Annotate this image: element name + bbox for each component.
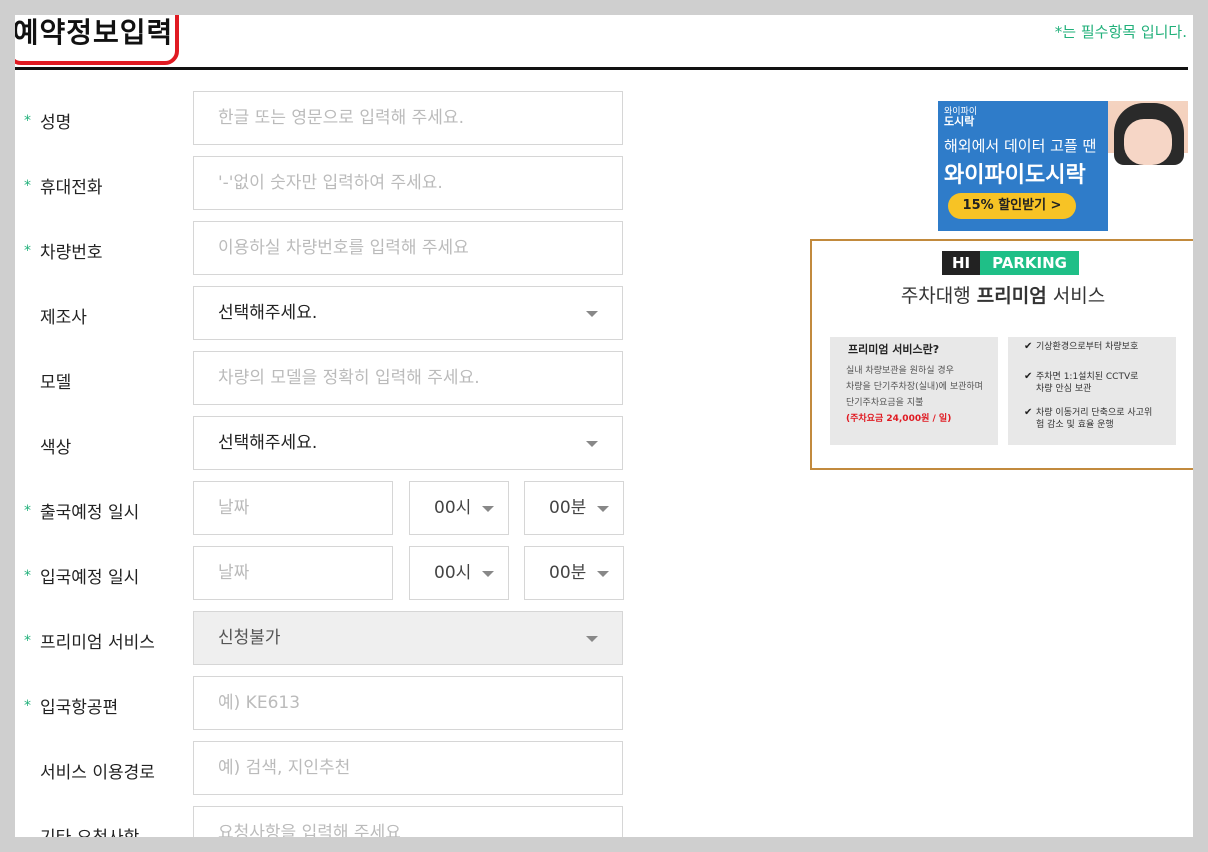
field-label: 모델 (40, 373, 72, 393)
minute-select[interactable]: 00분 (524, 481, 624, 535)
chevron-down-icon (586, 311, 598, 317)
text-input[interactable]: 요청사항을 입력해 주세요 (193, 806, 623, 837)
premium-line: 실내 차량보관을 원하실 경우 (846, 366, 954, 376)
chevron-down-icon (586, 441, 598, 447)
form-row: * 입국항공편 예) KE613 (15, 676, 635, 730)
wifi-logo: 와이파이 도시락 (944, 107, 988, 129)
required-star: * (24, 698, 31, 714)
wifi-dosirak-banner[interactable]: 와이파이 도시락 해외에서 데이터 고플 땐 와이파이도시락 15% 할인받기 … (938, 101, 1188, 231)
required-star: * (24, 113, 31, 129)
hour-select[interactable]: 00시 (409, 546, 509, 600)
field-label: 차량번호 (40, 243, 103, 263)
chevron-down-icon (482, 571, 494, 577)
wifi-headline: 와이파이도시락 (944, 163, 1086, 188)
text-input[interactable]: 예) 검색, 지인추천 (193, 741, 623, 795)
text-input[interactable]: '-'없이 숫자만 입력하여 주세요. (193, 156, 623, 210)
logo-hi: HI (942, 251, 981, 275)
wifi-discount-button[interactable]: 15% 할인받기 > (948, 193, 1076, 219)
subtitle-post: 서비스 (1046, 285, 1106, 307)
premium-explain-card: 프리미엄 서비스란? 실내 차량보관을 원하실 경우 차량을 단기주차장(실내)… (830, 337, 998, 445)
hi-parking-banner[interactable]: HI PARKING 주차대행 프리미엄 서비스 프리미엄 서비스란? 실내 차… (810, 239, 1193, 470)
date-input[interactable]: 날짜 (193, 481, 393, 535)
benefit-item: ✔ 주차면 1:1설치된 CCTV로 차량 안심 보관 (1024, 371, 1139, 394)
premium-benefits-card: ✔ 기상환경으로부터 차량보호 ✔ 주차면 1:1설치된 CCTV로 차량 안심 보… (1008, 337, 1176, 445)
field-label: 색상 (40, 438, 72, 458)
form-row: 기타 요청사항 요청사항을 입력해 주세요 (15, 806, 635, 837)
required-star: * (24, 243, 31, 259)
subtitle-bold: 프리미엄 (976, 285, 1047, 307)
form-row: * 입국예정 일시 날짜 00시 00분 (15, 546, 635, 600)
form-row: 제조사 선택해주세요. (15, 286, 635, 340)
form-row: * 성명 한글 또는 영문으로 입력해 주세요. (15, 91, 635, 145)
check-icon: ✔ (1024, 371, 1033, 382)
select-dropdown[interactable]: 선택해주세요. (193, 286, 623, 340)
field-label: 기타 요청사항 (40, 823, 139, 837)
wifi-brand: 도시락 (944, 115, 975, 128)
chevron-down-icon (586, 636, 598, 642)
subtitle-pre: 주차대행 (900, 285, 977, 307)
field-label: 서비스 이용경로 (40, 763, 155, 783)
title-divider (15, 67, 1188, 70)
required-note: *는 필수항목 입니다. (1054, 23, 1187, 41)
page-title: 예약정보입력 (15, 16, 174, 49)
field-label: 프리미엄 서비스 (40, 633, 155, 653)
premium-line: 단기주차요금을 지불 (846, 398, 924, 408)
form-row: 모델 차량의 모델을 정확히 입력해 주세요. (15, 351, 635, 405)
minute-select[interactable]: 00분 (524, 546, 624, 600)
premium-service-select: 신청불가 (193, 611, 623, 665)
form-row: * 휴대전화 '-'없이 숫자만 입력하여 주세요. (15, 156, 635, 210)
chevron-down-icon (597, 571, 609, 577)
form-row: * 프리미엄 서비스 신청불가 (15, 611, 635, 665)
field-label: 휴대전화 (40, 178, 103, 198)
text-input[interactable]: 예) KE613 (193, 676, 623, 730)
required-star: * (24, 633, 31, 649)
reservation-page: 예약정보입력 *는 필수항목 입니다. * 성명 한글 또는 영문으로 입력해 주세… (15, 15, 1193, 837)
text-input[interactable]: 이용하실 차량번호를 입력해 주세요 (193, 221, 623, 275)
field-label: 제조사 (40, 308, 87, 328)
premium-line: 차량을 단기주차장(실내)에 보관하며 (846, 382, 983, 392)
chevron-down-icon (597, 506, 609, 512)
hour-select[interactable]: 00시 (409, 481, 509, 535)
logo-parking: PARKING (980, 251, 1079, 275)
required-star: * (24, 178, 31, 194)
premium-price: (주차요금 24,000원 / 일) (846, 414, 952, 424)
chevron-down-icon (482, 506, 494, 512)
field-label: 입국예정 일시 (40, 568, 140, 588)
field-label: 입국항공편 (40, 698, 119, 718)
check-icon: ✔ (1024, 407, 1033, 418)
premium-explain-title: 프리미엄 서비스란? (848, 343, 940, 356)
required-star: * (24, 503, 31, 519)
form-row: * 차량번호 이용하실 차량번호를 입력해 주세요 (15, 221, 635, 275)
required-star: * (24, 568, 31, 584)
text-input[interactable]: 차량의 모델을 정확히 입력해 주세요. (193, 351, 623, 405)
form-row: 색상 선택해주세요. (15, 416, 635, 470)
select-dropdown[interactable]: 선택해주세요. (193, 416, 623, 470)
parking-subtitle: 주차대행 프리미엄 서비스 (812, 281, 1193, 308)
title-highlight: 예약정보입력 (15, 15, 179, 65)
check-icon: ✔ (1024, 341, 1033, 352)
form-row: 서비스 이용경로 예) 검색, 지인추천 (15, 741, 635, 795)
text-input[interactable]: 한글 또는 영문으로 입력해 주세요. (193, 91, 623, 145)
benefit-item: ✔ 차량 이동거리 단축으로 사고위험 감소 및 효율 운행 (1024, 407, 1153, 430)
field-label: 성명 (40, 113, 72, 133)
wifi-tagline: 해외에서 데이터 고플 땐 (944, 137, 1097, 155)
form-row: * 출국예정 일시 날짜 00시 00분 (15, 481, 635, 535)
benefit-item: ✔ 기상환경으로부터 차량보호 (1024, 341, 1139, 352)
hi-parking-logo: HI PARKING (942, 251, 1079, 275)
date-input[interactable]: 날짜 (193, 546, 393, 600)
model-face (1124, 119, 1172, 165)
field-label: 출국예정 일시 (40, 503, 140, 523)
